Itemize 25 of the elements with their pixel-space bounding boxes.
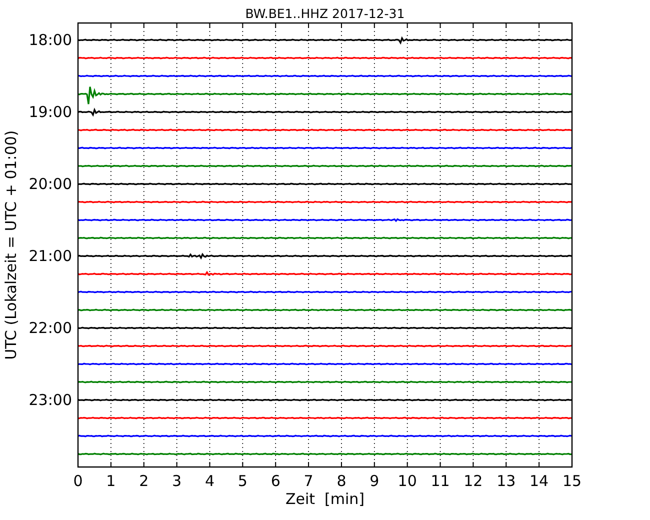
axis-tick-label: 10: [398, 472, 417, 490]
axis-tick-label: 3: [172, 472, 182, 490]
chart-title: BW.BE1..HHZ 2017-12-31: [245, 6, 405, 21]
axis-tick-label: 18:00: [28, 31, 72, 49]
axis-title: Zeit [min]: [285, 490, 365, 508]
axis-tick-label: 4: [204, 472, 214, 490]
axis-tick-label: 0: [73, 472, 83, 490]
axis-tick-label: 6: [270, 472, 280, 490]
axis-tick-label: 8: [336, 472, 346, 490]
axis-tick-label: 7: [304, 472, 314, 490]
axis-tick-label: 12: [464, 472, 483, 490]
axis-tick-label: 2: [139, 472, 149, 490]
axis-tick-label: 1: [106, 472, 116, 490]
axis-tick-label: 20:00: [28, 175, 72, 193]
axis-tick-label: 14: [530, 472, 549, 490]
axis-tick-label: 22:00: [28, 319, 72, 337]
axis-title: UTC (Lokalzeit = UTC + 01:00): [2, 130, 20, 360]
axis-tick-label: 15: [562, 472, 582, 490]
axis-tick-label: 5: [238, 472, 248, 490]
axis-tick-label: 11: [430, 472, 450, 490]
axis-tick-label: 21:00: [28, 247, 72, 265]
axis-tick-label: 23:00: [28, 391, 72, 409]
axis-tick-label: 13: [496, 472, 516, 490]
axis-tick-label: 9: [370, 472, 380, 490]
axis-tick-label: 19:00: [28, 103, 72, 121]
